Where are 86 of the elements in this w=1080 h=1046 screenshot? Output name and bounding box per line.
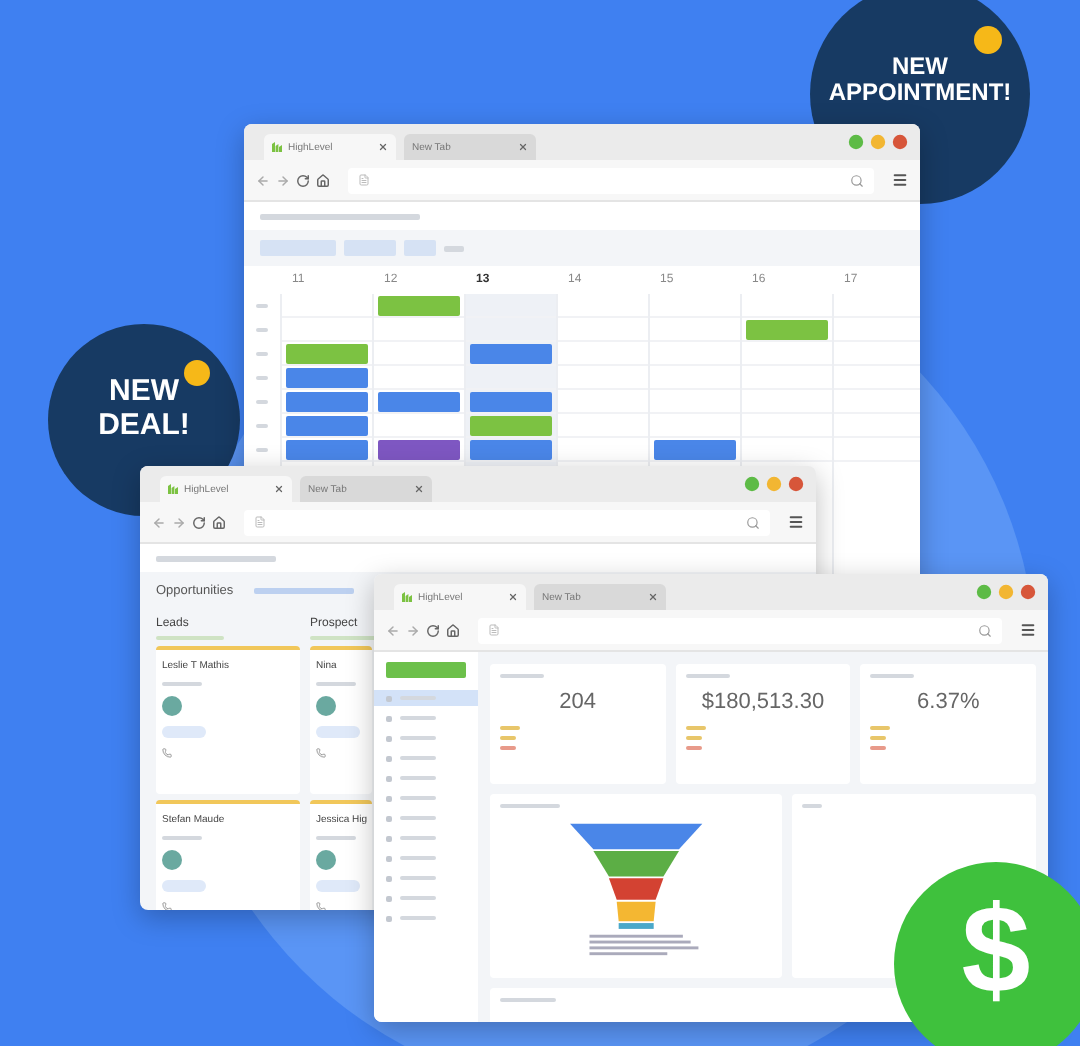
page-icon: [488, 624, 500, 636]
tag-pill: [162, 726, 206, 738]
event-block[interactable]: [378, 440, 460, 460]
event-block[interactable]: [654, 440, 736, 460]
page-icon: [358, 174, 370, 186]
address-field[interactable]: [348, 167, 874, 193]
filter-chip[interactable]: [260, 240, 336, 256]
placeholder-line: [310, 636, 378, 640]
add-button[interactable]: [386, 662, 466, 678]
back-icon[interactable]: [256, 173, 270, 187]
home-icon[interactable]: [316, 173, 330, 187]
home-icon[interactable]: [212, 515, 226, 529]
page-icon: [254, 516, 266, 528]
back-icon[interactable]: [152, 515, 166, 529]
time-label-line: [256, 376, 268, 380]
filter-chip[interactable]: [344, 240, 396, 256]
placeholder-line: [162, 836, 202, 840]
window-controls-icon[interactable]: [744, 476, 804, 492]
menu-icon[interactable]: [892, 172, 908, 188]
event-block[interactable]: [286, 368, 368, 388]
forward-icon[interactable]: [406, 623, 420, 637]
placeholder-line: [156, 555, 276, 561]
forward-icon[interactable]: [172, 515, 186, 529]
tag-pill: [316, 726, 360, 738]
close-icon[interactable]: [508, 592, 518, 602]
close-icon[interactable]: [378, 142, 388, 152]
phone-icon[interactable]: [162, 748, 172, 758]
event-block[interactable]: [470, 440, 552, 460]
time-label-line: [256, 352, 268, 356]
menu-icon[interactable]: [1020, 622, 1036, 638]
avatar: [316, 696, 336, 716]
window-controls-icon[interactable]: [976, 584, 1036, 600]
event-block[interactable]: [378, 392, 460, 412]
placeholder-line: [162, 682, 202, 686]
nav-item[interactable]: [374, 690, 478, 706]
tag-pill: [316, 880, 360, 892]
close-icon[interactable]: [518, 142, 528, 152]
event-block[interactable]: [746, 320, 828, 340]
time-label-line: [256, 448, 268, 452]
avatar: [162, 696, 182, 716]
back-icon[interactable]: [386, 623, 400, 637]
logo-icon: [272, 142, 282, 152]
close-icon[interactable]: [414, 484, 424, 494]
search-icon[interactable]: [850, 173, 864, 187]
event-block[interactable]: [286, 440, 368, 460]
search-icon[interactable]: [746, 515, 760, 529]
reload-icon[interactable]: [426, 623, 440, 637]
time-label-line: [256, 328, 268, 332]
address-field[interactable]: [244, 509, 770, 535]
avatar: [162, 850, 182, 870]
stat-value: 6.37%: [917, 690, 980, 714]
phone-icon[interactable]: [316, 748, 326, 758]
window-controls-icon[interactable]: [848, 134, 908, 150]
placeholder-line: [156, 636, 224, 640]
event-block[interactable]: [470, 392, 552, 412]
placeholder-line: [316, 836, 356, 840]
filter-chip[interactable]: [404, 240, 436, 256]
logo-icon: [168, 484, 178, 494]
forward-icon[interactable]: [276, 173, 290, 187]
logo-icon: [402, 592, 412, 602]
stat-value: 204: [559, 690, 596, 714]
placeholder-line: [316, 682, 356, 686]
time-label-line: [256, 400, 268, 404]
event-block[interactable]: [286, 416, 368, 436]
close-icon[interactable]: [274, 484, 284, 494]
search-icon[interactable]: [978, 623, 992, 637]
event-block[interactable]: [470, 416, 552, 436]
event-block[interactable]: [378, 296, 460, 316]
phone-icon[interactable]: [162, 902, 172, 910]
reload-icon[interactable]: [192, 515, 206, 529]
home-icon[interactable]: [446, 623, 460, 637]
phone-icon[interactable]: [316, 902, 326, 910]
address-field[interactable]: [478, 617, 1002, 643]
time-label-line: [256, 424, 268, 428]
tag-pill: [162, 880, 206, 892]
dollar-badge: $: [894, 862, 1080, 1046]
avatar: [316, 850, 336, 870]
reload-icon[interactable]: [296, 173, 310, 187]
event-block[interactable]: [286, 344, 368, 364]
stat-value: $180,513.30: [701, 690, 825, 714]
menu-icon[interactable]: [788, 514, 804, 530]
event-block[interactable]: [286, 392, 368, 412]
close-icon[interactable]: [648, 592, 658, 602]
event-block[interactable]: [470, 344, 552, 364]
time-label-line: [256, 304, 268, 308]
placeholder-line: [253, 588, 354, 594]
